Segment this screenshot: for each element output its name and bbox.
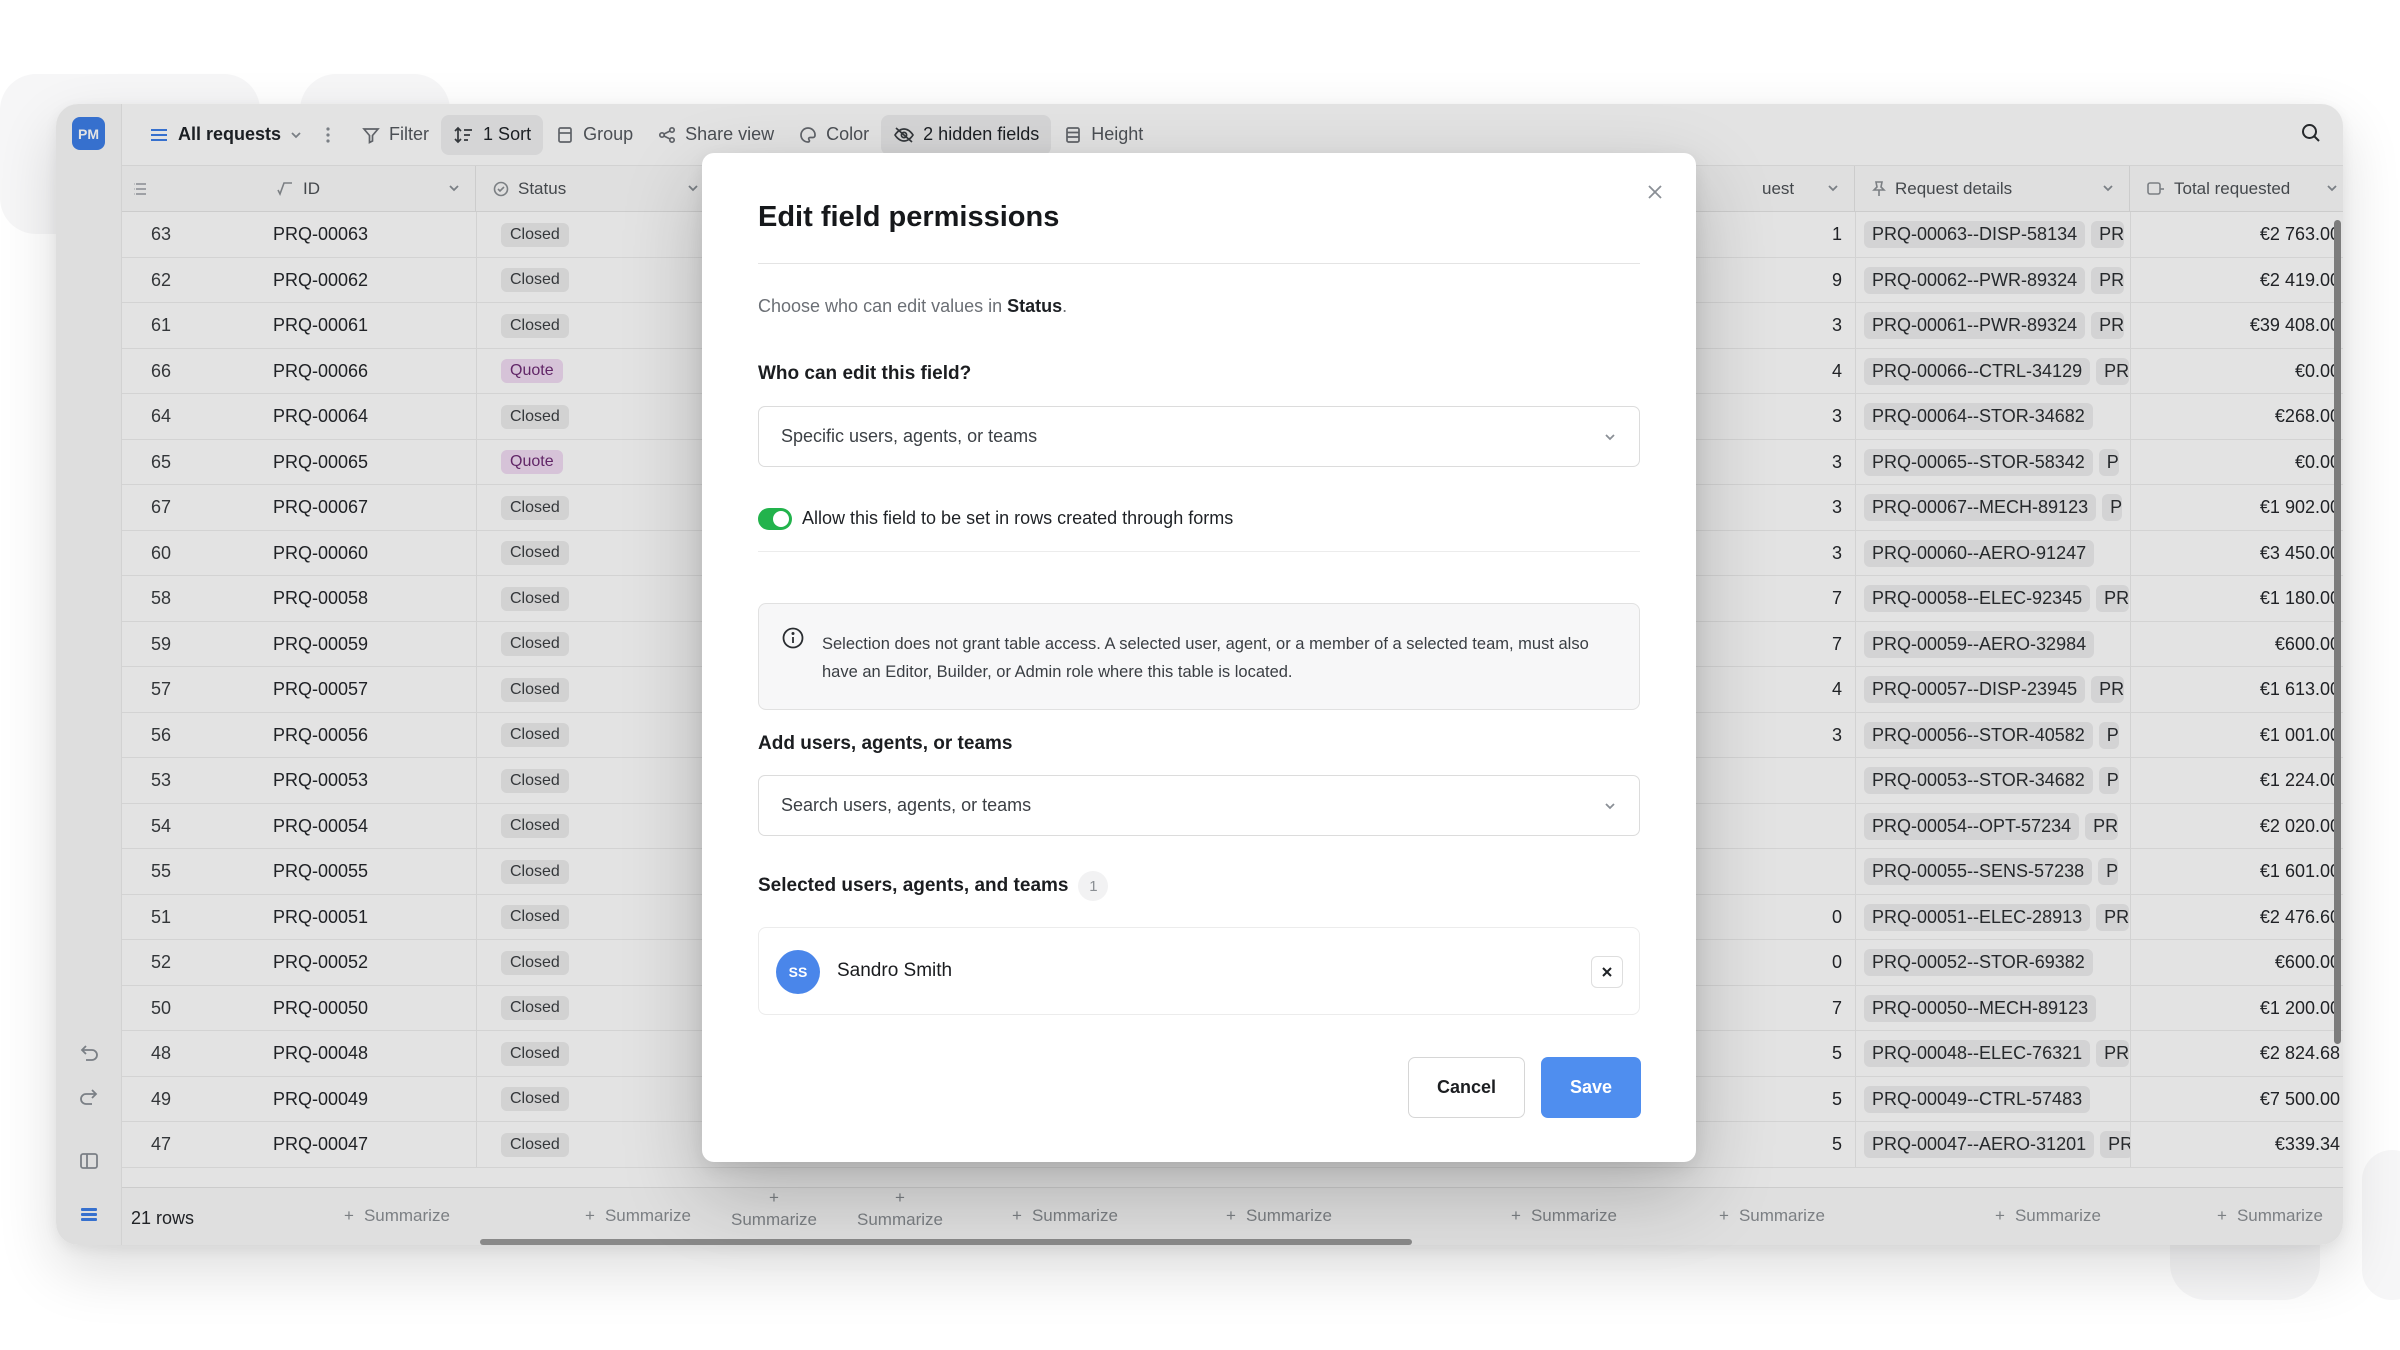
member-name: Sandro Smith: [837, 960, 953, 981]
background-blob: [2362, 1150, 2400, 1300]
close-icon[interactable]: [1642, 179, 1668, 205]
chevron-down-icon: [1605, 434, 1615, 441]
selected-count-badge: 1: [1078, 871, 1109, 901]
selected-members-label: Selected users, agents, and teams 1: [758, 871, 1109, 901]
info-callout: Selection does not grant table access. A…: [758, 603, 1640, 710]
close-icon: [1602, 967, 1612, 977]
who-can-edit-label: Who can edit this field?: [758, 363, 972, 384]
divider: [758, 263, 1640, 264]
who-can-edit-select[interactable]: Specific users, agents, or teams: [758, 406, 1640, 467]
divider: [758, 551, 1640, 552]
save-button[interactable]: Save: [1541, 1057, 1641, 1118]
info-text: Selection does not grant table access. A…: [822, 635, 1589, 681]
info-icon: [782, 627, 804, 649]
chevron-down-icon: [1605, 803, 1615, 810]
selected-member-item: SS Sandro Smith: [758, 927, 1640, 1015]
field-name: Status: [1007, 296, 1063, 316]
add-members-label: Add users, agents, or teams: [758, 733, 1013, 754]
cancel-button[interactable]: Cancel: [1408, 1057, 1525, 1118]
avatar: SS: [776, 950, 820, 994]
who-can-edit-value: Specific users, agents, or teams: [781, 426, 1038, 446]
remove-member-button[interactable]: [1591, 956, 1623, 988]
dialog-description: Choose who can edit values in Status.: [758, 296, 1068, 316]
dialog-title: Edit field permissions: [758, 201, 1060, 233]
member-search-placeholder: Search users, agents, or teams: [781, 795, 1032, 815]
edit-field-permissions-dialog: Edit field permissions Choose who can ed…: [702, 153, 1696, 1162]
forms-toggle-label: Allow this field to be set in rows creat…: [802, 508, 1234, 528]
forms-toggle[interactable]: [758, 508, 792, 530]
member-search-input[interactable]: Search users, agents, or teams: [758, 775, 1640, 836]
